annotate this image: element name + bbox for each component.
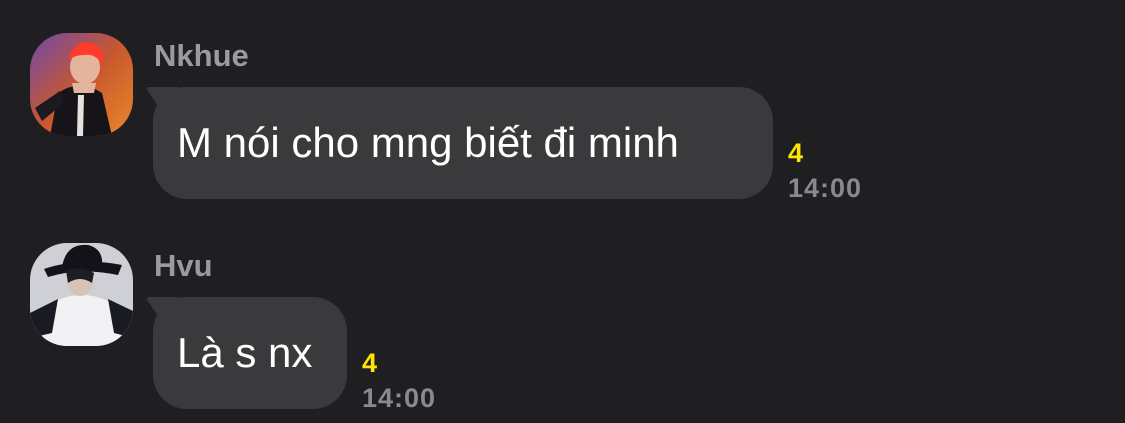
message-timestamp: 14:00 [362,383,437,413]
avatar-black-hat-icon[interactable] [30,243,133,346]
unread-count-badge: 4 [788,138,804,168]
message-bubble[interactable]: Là s nx [153,297,347,409]
chat-view: Nkhue M nói cho mng biết đi minh 4 14:00… [0,0,1125,423]
sender-name: Hvu [154,248,213,283]
message-bubble[interactable]: M nói cho mng biết đi minh [153,87,773,199]
sender-name: Nkhue [154,38,249,73]
avatar-red-hair-icon[interactable] [30,33,133,136]
unread-count-badge: 4 [362,348,378,378]
message-text: Là s nx [177,329,313,376]
message-timestamp: 14:00 [788,173,863,203]
message-text: M nói cho mng biết đi minh [177,119,679,166]
